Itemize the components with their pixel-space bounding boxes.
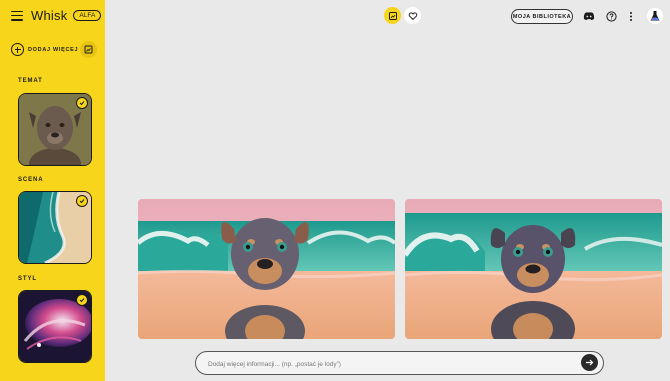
image-frame-icon [84, 45, 93, 54]
selected-check-icon [76, 97, 88, 109]
labs-flask-icon [650, 11, 660, 21]
my-library-button[interactable]: MOJA BIBLIOTEKA [511, 9, 573, 24]
dog-on-beach-image [405, 199, 662, 339]
selected-check-icon [76, 195, 88, 207]
account-avatar[interactable] [647, 8, 663, 24]
add-more-label: DODAJ WIĘCEJ [28, 46, 79, 53]
discord-button[interactable] [583, 10, 595, 22]
scene-thumbnail[interactable] [18, 191, 92, 264]
prompt-bar [195, 351, 604, 375]
submit-button[interactable] [581, 354, 598, 371]
help-button[interactable] [605, 10, 617, 22]
more-vert-icon [630, 11, 632, 21]
generated-image-1[interactable] [138, 199, 395, 339]
section-label-style: STYL [18, 276, 37, 282]
menu-icon[interactable] [11, 10, 23, 21]
more-options-button[interactable] [625, 10, 637, 22]
view-toggle-group [384, 7, 421, 24]
sidebar: Whisk ALFA DODAJ WIĘCEJ TEMAT SCENA STYL [0, 0, 105, 381]
images-view-button[interactable] [384, 7, 401, 24]
arrow-right-icon [586, 359, 594, 366]
heart-icon [408, 11, 417, 20]
add-more-button[interactable]: DODAJ WIĘCEJ [11, 43, 78, 56]
section-label-scene: SCENA [18, 177, 44, 183]
app-logo: Whisk [31, 8, 68, 23]
plus-circle-icon [11, 43, 24, 56]
style-thumbnail[interactable] [18, 290, 92, 363]
dog-on-beach-image [138, 199, 395, 339]
subject-thumbnail[interactable] [18, 93, 92, 166]
alpha-badge: ALFA [73, 10, 102, 21]
help-icon [605, 10, 617, 22]
discord-icon [583, 12, 595, 20]
favorites-view-button[interactable] [404, 7, 421, 24]
section-label-subject: TEMAT [18, 78, 43, 84]
image-upload-button[interactable] [80, 41, 97, 58]
selected-check-icon [76, 294, 88, 306]
brand: Whisk ALFA [11, 8, 102, 23]
generated-image-2[interactable] [405, 199, 662, 339]
images-icon [388, 11, 397, 20]
prompt-input[interactable] [206, 356, 580, 372]
